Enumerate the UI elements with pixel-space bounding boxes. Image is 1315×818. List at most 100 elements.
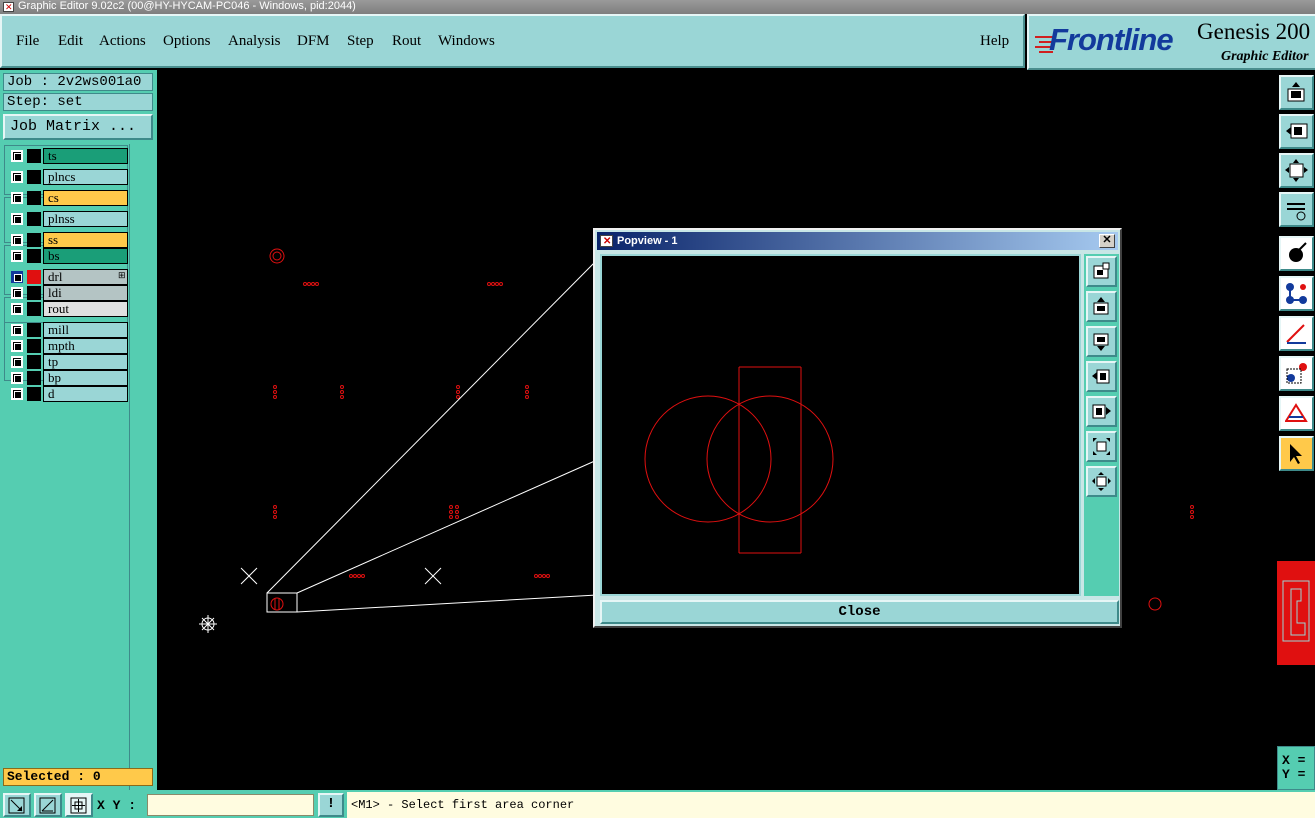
pan-left-icon — [1286, 123, 1308, 139]
layer-row[interactable]: rout — [7, 301, 128, 317]
angle-mode-button[interactable] — [34, 793, 62, 817]
layer-row[interactable]: bp — [7, 370, 128, 386]
popview-canvas[interactable] — [600, 254, 1081, 596]
pan-right-icon — [1092, 404, 1111, 419]
layer-row[interactable]: d — [7, 386, 128, 402]
zoom-fit-button[interactable] — [1279, 153, 1314, 188]
layer-checkbox[interactable] — [11, 213, 23, 225]
measure-button[interactable] — [1279, 316, 1314, 351]
layer-menu-icon[interactable]: ⊞ — [118, 270, 126, 281]
popview-pan-left-button[interactable] — [1086, 361, 1117, 392]
angle-icon — [39, 797, 56, 814]
app-icon — [3, 1, 14, 13]
menu-dfm[interactable]: DFM — [297, 33, 330, 50]
layer-checkbox[interactable] — [11, 388, 23, 400]
layer-name: plnss — [43, 211, 128, 227]
layer-name: mpth — [43, 338, 128, 354]
layer-checkbox[interactable] — [11, 150, 23, 162]
menu-actions[interactable]: Actions — [99, 33, 146, 50]
pan-left-button[interactable] — [1279, 114, 1314, 149]
layer-checkbox[interactable] — [11, 324, 23, 336]
popview-pan-down-button[interactable] — [1086, 326, 1117, 357]
layer-name: tp — [43, 354, 128, 370]
alert-button[interactable]: ! — [318, 793, 344, 817]
layer-list: ts plncs cs plnss ss bs drl ⊞ ldi rout mi… — [4, 145, 128, 485]
popview-zoom-out-button[interactable] — [1086, 431, 1117, 462]
grid-icon — [70, 797, 87, 814]
window-title: Graphic Editor 9.02c2 (00@HY-HYCAM-PC046… — [18, 0, 356, 12]
layer-row[interactable]: ss — [7, 232, 128, 248]
menu-edit[interactable]: Edit — [58, 33, 83, 50]
zoom-fit-icon — [1285, 159, 1308, 182]
layer-checkbox[interactable] — [11, 192, 23, 204]
popview-close-button[interactable]: Close — [600, 600, 1119, 624]
menu-step[interactable]: Step — [347, 33, 374, 50]
zoomed-feature-drawing — [644, 366, 834, 554]
popview-pan-right-button[interactable] — [1086, 396, 1117, 427]
right-toolbar — [1277, 70, 1315, 790]
layer-row[interactable]: mill — [7, 322, 128, 338]
layer-checkbox[interactable] — [11, 271, 23, 283]
window-title-bar: Graphic Editor 9.02c2 (00@HY-HYCAM-PC046… — [0, 0, 1315, 14]
layer-row[interactable]: bs — [7, 248, 128, 264]
menu-windows[interactable]: Windows — [438, 33, 495, 50]
logo-subtitle: Graphic Editor — [1221, 49, 1309, 64]
add-pad-button[interactable] — [1279, 356, 1314, 391]
layer-checkbox[interactable] — [11, 356, 23, 368]
grid-mode-button[interactable] — [65, 793, 93, 817]
layer-row[interactable]: ts — [7, 148, 128, 164]
wrench-icon — [1287, 203, 1306, 221]
layer-row[interactable]: cs — [7, 190, 128, 206]
layer-name: plncs — [43, 169, 128, 185]
layer-checkbox[interactable] — [11, 287, 23, 299]
drill-hole — [272, 251, 282, 261]
job-matrix-button[interactable]: Job Matrix ... — [3, 114, 153, 140]
layer-checkbox[interactable] — [11, 372, 23, 384]
layer-checkbox[interactable] — [11, 340, 23, 352]
layer-name: d — [43, 386, 128, 402]
layer-row[interactable]: ldi — [7, 285, 128, 301]
layer-row[interactable]: plncs — [7, 169, 128, 185]
popview-zoom-button[interactable] — [1086, 256, 1117, 287]
layer-name: drl — [43, 269, 128, 285]
layer-name: bp — [43, 370, 128, 386]
menu-analysis[interactable]: Analysis — [228, 33, 281, 50]
layer-row[interactable]: drl ⊞ — [7, 269, 128, 285]
layer-row[interactable]: mpth — [7, 338, 128, 354]
layer-row[interactable]: plnss — [7, 211, 128, 227]
drill-hole — [269, 248, 285, 264]
popview-toolbar — [1084, 254, 1119, 596]
layer-name: mill — [43, 322, 128, 338]
overview-board-icon — [1282, 580, 1310, 642]
layer-checkbox[interactable] — [11, 250, 23, 262]
step-name: Step: set — [3, 93, 153, 111]
menu-options[interactable]: Options — [163, 33, 211, 50]
tools-button[interactable] — [1279, 192, 1314, 227]
layer-checkbox[interactable] — [11, 303, 23, 315]
select-feature-button[interactable] — [1279, 236, 1314, 271]
overview-map[interactable] — [1277, 561, 1315, 665]
popview-zoom-fit-button[interactable] — [1086, 466, 1117, 497]
xy-input[interactable] — [147, 794, 314, 816]
popview-pan-up-button[interactable] — [1086, 291, 1117, 322]
popview-close-x-button[interactable]: ✕ — [1099, 234, 1115, 248]
pointer-button[interactable] — [1279, 436, 1314, 471]
menu-file[interactable]: File — [16, 33, 39, 50]
connect-button[interactable] — [1279, 276, 1314, 311]
popview-title-bar[interactable]: Popview - 1 ✕ — [597, 232, 1118, 251]
layer-row[interactable]: tp — [7, 354, 128, 370]
hole-group — [303, 282, 503, 286]
menu-help[interactable]: Help — [980, 33, 1009, 50]
layer-scrollbar[interactable] — [129, 144, 154, 818]
layer-checkbox[interactable] — [11, 171, 23, 183]
drc-button[interactable] — [1279, 396, 1314, 431]
frontline-logo: Frontline Genesis 200 Graphic Editor — [1027, 14, 1315, 70]
hole-group — [349, 574, 550, 578]
snap-mode-button[interactable] — [3, 793, 31, 817]
y-coordinate: Y = — [1282, 767, 1306, 782]
pan-left-icon — [1092, 369, 1110, 384]
job-name: Job : 2v2ws001a0 — [3, 73, 153, 91]
menu-rout[interactable]: Rout — [392, 33, 421, 50]
zoom-pan-up-button[interactable] — [1279, 75, 1314, 110]
layer-checkbox[interactable] — [11, 234, 23, 246]
